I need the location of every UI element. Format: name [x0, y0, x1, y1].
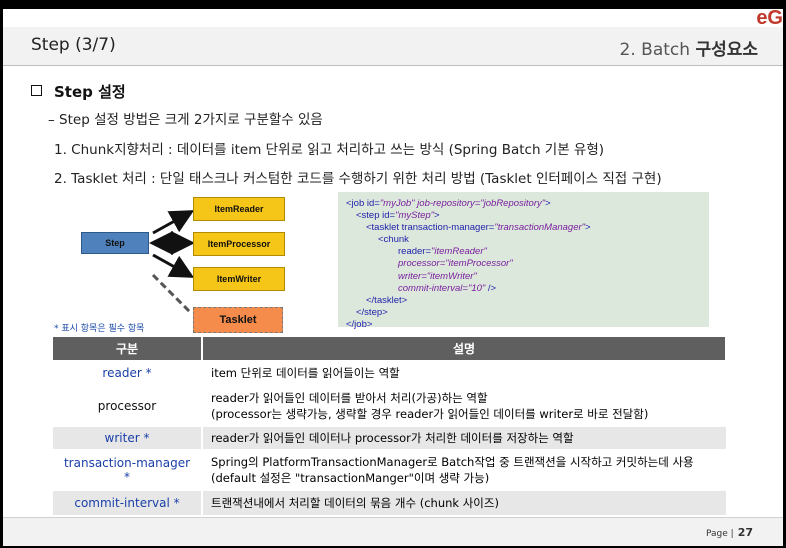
xml-attr: reader= — [398, 246, 432, 258]
column-header-category: 구분 — [53, 337, 203, 360]
tasklet-box: Tasklet — [193, 307, 283, 333]
xml-attr: processor= — [398, 258, 446, 270]
description-line: reader가 읽어들인 데이터나 processor가 처리한 데이터를 저장… — [211, 431, 574, 445]
arrow-to-writer — [152, 253, 195, 278]
xml-line: </step> — [356, 306, 388, 318]
xml-line: <step id="myStep"> — [346, 210, 699, 222]
property-name: reader * — [53, 360, 203, 387]
checkbox-bullet-icon — [31, 85, 42, 96]
item-writer-box: ItemWriter — [193, 267, 285, 291]
property-name: writer * — [53, 426, 203, 451]
slide-step-title: Step (3/7) — [31, 35, 116, 55]
xml-line: <tasklet transaction-manager="transactio… — [346, 222, 699, 234]
xml-line: commit-interval="10" /> — [346, 283, 699, 295]
xml-line: <job id="myJob" job-repository="jobRepos… — [346, 198, 699, 210]
xml-line: writer="itemWriter" — [346, 271, 699, 283]
table-row: writer * reader가 읽어들인 데이터나 processor가 처리… — [53, 426, 726, 451]
property-description: reader가 읽어들인 데이터나 processor가 처리한 데이터를 저장… — [202, 426, 726, 451]
xml-tag: <step id= — [356, 210, 396, 222]
xml-line: </job> — [346, 318, 373, 330]
table-header-row: 구분 설명 — [53, 337, 727, 360]
xml-attr: commit-interval= — [398, 282, 468, 294]
table-row: transaction-manager * Spring의 PlatformTr… — [53, 450, 726, 491]
step-properties-table: 구분 설명 reader * item 단위로 데이터를 읽어들이는 역할 pr… — [53, 337, 727, 517]
xml-line: reader="itemReader" — [346, 246, 699, 258]
property-name: transaction-manager * — [53, 450, 203, 491]
item-reader-box: ItemReader — [193, 197, 285, 221]
step-box: Step — [81, 232, 149, 254]
description-line: item 단위로 데이터를 읽어들이는 역할 — [211, 365, 400, 380]
slide: eG Step (3/7) 2. Batch 구성요소 Step 설정 – St… — [3, 9, 783, 546]
section-heading: Step 설정 — [31, 81, 126, 102]
description-line: reader가 읽어들인 데이터를 받아서 처리(가공)하는 역할 — [211, 391, 488, 405]
description-line: (processor는 생략가능, 생략할 경우 reader가 읽어들인 데이… — [211, 407, 649, 421]
property-description: Spring의 PlatformTransactionManager로 Batc… — [202, 450, 726, 491]
property-description: item 단위로 데이터를 읽어들이는 역할 — [202, 360, 726, 387]
xml-tag: /> — [485, 282, 497, 294]
page-label: Page | — [706, 529, 734, 539]
page-number: 27 — [737, 526, 753, 539]
intro-line: – Step 설정 방법은 크게 2가지로 구분할수 있음 — [48, 112, 323, 128]
xml-value: "itemWriter" — [426, 270, 477, 282]
column-header-description: 설명 — [202, 337, 727, 360]
xml-line: <chunk — [378, 234, 409, 246]
slide-header: Step (3/7) 2. Batch 구성요소 — [3, 27, 783, 66]
description-line: Spring의 PlatformTransactionManager로 Batc… — [211, 455, 694, 469]
xml-tag: <tasklet transaction-manager= — [366, 222, 495, 234]
tasklet-line: 2. Tasklet 처리 : 단일 태스크나 커스텀한 코드를 수행하기 위한… — [54, 171, 662, 187]
xml-value: "myStep" — [395, 210, 435, 222]
slide-section-title: 2. Batch 구성요소 — [620, 35, 758, 60]
xml-tag: > — [585, 222, 591, 234]
slide-footer: Page | 27 — [3, 517, 783, 546]
section-name: 구성요소 — [695, 40, 758, 60]
property-name: commit-interval * — [53, 490, 203, 517]
page-indicator: Page | 27 — [706, 526, 753, 539]
description-line: (default 설정은 "transactionManger"이며 생략 가능… — [211, 471, 490, 485]
table-row: commit-interval * 트랜잭션내에서 처리할 데이터의 묶음 개수… — [53, 490, 726, 517]
arrow-to-reader — [152, 210, 195, 235]
xml-tag: > — [545, 198, 551, 209]
xml-value: "itemReader" — [431, 246, 487, 258]
table-row: processor reader가 읽어들인 데이터를 받아서 처리(가공)하는… — [53, 386, 726, 427]
xml-value: "transactionManager" — [494, 222, 586, 234]
xml-value: "10" — [467, 282, 486, 294]
xml-line: processor="itemProcessor" — [346, 258, 699, 270]
property-description: reader가 읽어들인 데이터를 받아서 처리(가공)하는 역할 (proces… — [202, 386, 726, 427]
dashed-line-to-tasklet — [151, 273, 193, 315]
xml-config-code: <job id="myJob" job-repository="jobRepos… — [338, 192, 709, 330]
xml-line: </tasklet> — [366, 294, 408, 306]
step-diagram: Step ItemReader ItemProcessor ItemWriter… — [63, 191, 323, 341]
item-processor-box: ItemProcessor — [193, 232, 285, 256]
required-note: * 표시 항목은 필수 항목 — [54, 324, 145, 334]
property-name: processor — [53, 386, 203, 427]
xml-value: "myJob" job-repository="jobRepository" — [379, 198, 546, 209]
xml-tag: > — [434, 210, 440, 222]
xml-attr: writer= — [398, 270, 427, 282]
property-description: 트랜잭션내에서 처리할 데이터의 묶음 개수 (chunk 사이즈) — [202, 490, 726, 517]
xml-tag: <job id= — [346, 198, 380, 209]
chunk-line: 1. Chunk지향처리 : 데이터를 item 단위로 읽고 처리하고 쓰는 … — [54, 142, 605, 158]
section-heading-text: Step 설정 — [54, 83, 126, 101]
xml-value: "itemProcessor" — [445, 258, 513, 270]
table-row: reader * item 단위로 데이터를 읽어들이는 역할 — [53, 360, 726, 387]
section-prefix: 2. Batch — [619, 40, 696, 60]
description-line: 트랜잭션내에서 처리할 데이터의 묶음 개수 (chunk 사이즈) — [211, 496, 499, 510]
